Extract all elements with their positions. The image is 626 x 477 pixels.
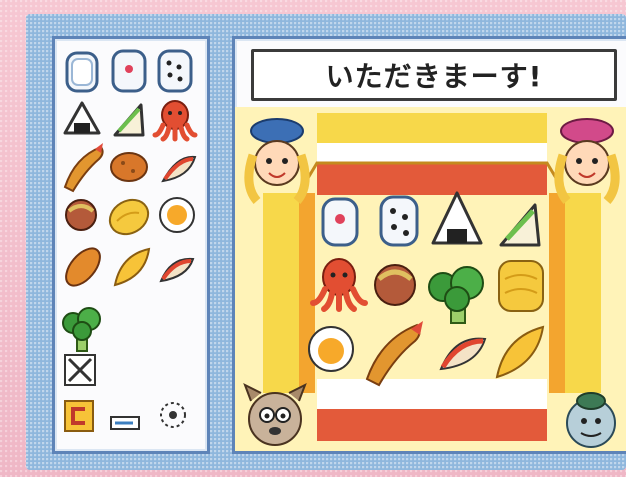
tamagoyaki-icon[interactable] <box>104 193 155 241</box>
back-arrow-icon[interactable] <box>64 400 94 432</box>
tamagoyaki-icon <box>498 260 544 312</box>
clear-icon[interactable] <box>64 354 96 386</box>
orange-slice-icon[interactable] <box>113 247 151 287</box>
sushi-roll-icon[interactable] <box>111 49 147 93</box>
meatball-icon[interactable] <box>65 199 97 231</box>
sushi-roll-icon <box>321 197 359 247</box>
meatball-icon <box>374 264 416 306</box>
nori-roll-icon[interactable] <box>157 49 193 93</box>
broccoli-icon[interactable] <box>62 307 101 352</box>
food-palette <box>52 36 210 454</box>
sausage-icon[interactable] <box>60 242 107 291</box>
fried-shrimp-icon[interactable] <box>63 143 104 193</box>
sandwich-icon[interactable] <box>113 103 145 137</box>
nori-roll-icon <box>379 195 419 247</box>
apple-slice-icon[interactable] <box>161 155 197 183</box>
octopus-sausage-icon[interactable] <box>152 100 198 142</box>
bento-scene: いただきまーす! <box>232 36 626 454</box>
sushi-roll-icon[interactable] <box>65 51 99 93</box>
pencil-icon[interactable] <box>110 416 140 430</box>
sparkle-icon[interactable] <box>160 402 186 428</box>
apple-wedge-icon[interactable] <box>159 257 195 283</box>
fried-egg-icon <box>308 326 354 372</box>
onigiri-icon[interactable] <box>63 101 101 135</box>
croquette-icon[interactable] <box>110 152 148 182</box>
fried-egg-icon[interactable] <box>159 197 195 233</box>
